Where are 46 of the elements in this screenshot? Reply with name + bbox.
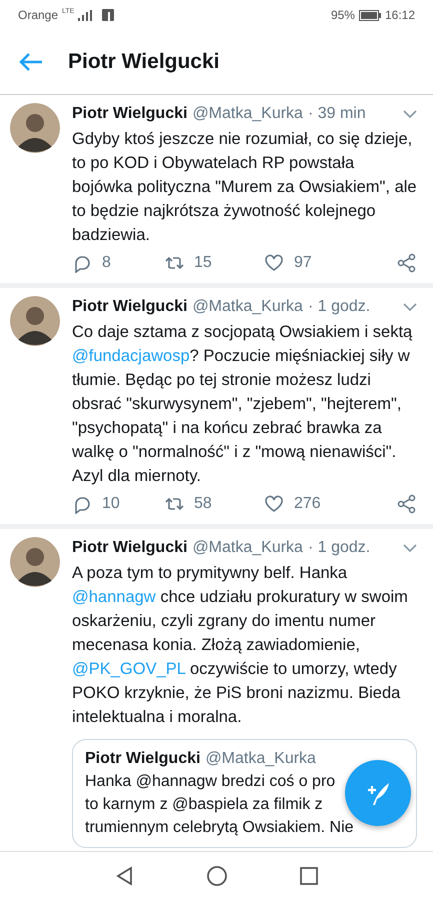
chevron-down-icon[interactable] xyxy=(403,302,417,312)
author-name: Piotr Wielgucki xyxy=(85,749,200,769)
avatar[interactable] xyxy=(10,103,60,153)
retweet-count: 58 xyxy=(194,495,212,513)
tweet-text: Gdyby ktoś jeszcze nie rozumiał, co się dzieje, to po KOD i Obywatelach RP powstała bojówka polityczna "Murem za Owsiakiem", ale to będzie najkrótsza żywotność kolejnego badziewia. xyxy=(72,129,417,246)
tweet-time: · 1 godz. xyxy=(308,538,370,558)
reply-icon[interactable] xyxy=(72,253,92,273)
author-handle: @Matka_Kurka xyxy=(192,104,303,124)
share-icon[interactable] xyxy=(397,494,417,514)
quoted-text-line: Hanka @hannagw bredzi coś o pro xyxy=(85,772,336,792)
avatar[interactable] xyxy=(10,537,60,587)
avatar[interactable] xyxy=(10,296,60,346)
author-name[interactable]: Piotr Wielgucki xyxy=(72,537,188,559)
carrier-label: Orange xyxy=(18,8,58,22)
quoted-text-line: trumiennym celebrytą Owsiakiem. Nie xyxy=(85,818,355,838)
back-arrow-icon[interactable] xyxy=(18,52,44,72)
retweet-count: 15 xyxy=(194,254,212,272)
quoted-text-line: to karnym z @baspiela za filmik z xyxy=(85,795,324,815)
chevron-down-icon[interactable] xyxy=(403,543,417,553)
reply-count: 8 xyxy=(102,254,111,272)
signal-icon xyxy=(78,10,92,20)
chevron-down-icon[interactable] xyxy=(403,109,417,119)
like-count: 276 xyxy=(294,495,321,513)
clock-label: 16:12 xyxy=(384,8,415,22)
tweet-time: · 1 godz. xyxy=(308,297,370,317)
author-name[interactable]: Piotr Wielgucki xyxy=(72,103,188,125)
like-count: 97 xyxy=(294,254,312,272)
battery-label: 95% xyxy=(330,8,355,22)
quoted-tweet-card[interactable]: Piotr Wielgucki @Matka_Kurka Hanka @hannagw bredzi coś o pro to karnym z @baspiela za filmik z trumiennym celebrytą Owsiakiem. Nie xyxy=(72,739,417,848)
author-handle: @Matka_Kurka xyxy=(192,297,303,317)
home-nav-button[interactable] xyxy=(206,865,228,887)
tweet-text: A poza tym to prymitywny belf. Hanka @hannagw chce udziału prokuratury w swoim oskarżeniu, czyli zgrany do imentu numer mecenasa konia. Złożą zawiadomienie, @PK_GOV_PL oczywiście to umorzy, wtedy POKO krzyknie, że PiS broni nazizmu. Bieda intelektualna i moralna. xyxy=(72,563,409,728)
like-icon[interactable] xyxy=(264,494,284,514)
battery-icon xyxy=(358,10,381,20)
tweet-time: · 39 min xyxy=(308,104,366,124)
page-title: Piotr Wielgucki xyxy=(68,50,220,74)
recents-nav-button[interactable] xyxy=(298,865,320,887)
author-handle: @Matka_Kurka xyxy=(205,749,316,769)
share-icon[interactable] xyxy=(397,253,417,273)
app-notification-icon xyxy=(102,9,114,21)
author-name[interactable]: Piotr Wielgucki xyxy=(72,296,188,318)
like-icon[interactable] xyxy=(264,253,284,273)
author-handle: @Matka_Kurka xyxy=(192,538,303,558)
reply-count: 10 xyxy=(102,495,120,513)
reply-icon[interactable] xyxy=(72,494,92,514)
tweet-text: Co daje sztama z socjopatą Owsiakiem i sektą @fundacjawosp? Poczucie mięśniackiej siły w tłumie. Będąc po tej stronie możesz ludzi obsrać "skurwysynem", "zjebem", "hejterem", "psychopatą" i na końcu zebrać brawka za walkę o "normalność" i z "mową nienawiści". Azyl dla miernoty. xyxy=(72,322,414,487)
